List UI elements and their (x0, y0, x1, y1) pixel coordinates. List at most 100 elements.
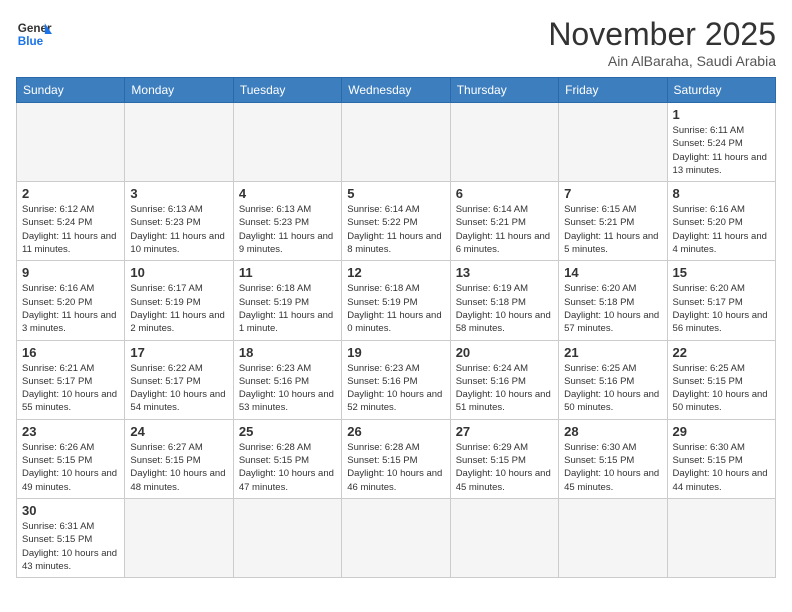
day-info: Sunrise: 6:16 AM Sunset: 5:20 PM Dayligh… (22, 282, 119, 335)
day-info: Sunrise: 6:25 AM Sunset: 5:15 PM Dayligh… (673, 362, 770, 415)
day-number: 23 (22, 424, 119, 439)
calendar-table: Sunday Monday Tuesday Wednesday Thursday… (16, 77, 776, 578)
day-number: 2 (22, 186, 119, 201)
day-number: 4 (239, 186, 336, 201)
day-number: 30 (22, 503, 119, 518)
day-number: 8 (673, 186, 770, 201)
day-info: Sunrise: 6:15 AM Sunset: 5:21 PM Dayligh… (564, 203, 661, 256)
table-row (342, 103, 450, 182)
table-row: 27Sunrise: 6:29 AM Sunset: 5:15 PM Dayli… (450, 419, 558, 498)
table-row (233, 498, 341, 577)
day-info: Sunrise: 6:16 AM Sunset: 5:20 PM Dayligh… (673, 203, 770, 256)
day-number: 15 (673, 265, 770, 280)
logo: General Blue (16, 16, 52, 52)
table-row: 4 Sunrise: 6:13 AM Sunset: 5:23 PM Daylig… (233, 182, 341, 261)
calendar-row: 30Sunrise: 6:31 AM Sunset: 5:15 PM Dayli… (17, 498, 776, 577)
day-info: Sunrise: 6:21 AM Sunset: 5:17 PM Dayligh… (22, 362, 119, 415)
calendar-row: 16 Sunrise: 6:21 AM Sunset: 5:17 PM Dayli… (17, 340, 776, 419)
day-info: Sunrise: 6:25 AM Sunset: 5:16 PM Dayligh… (564, 362, 661, 415)
day-number: 22 (673, 345, 770, 360)
table-row: 11Sunrise: 6:18 AM Sunset: 5:19 PM Dayli… (233, 261, 341, 340)
table-row: 13Sunrise: 6:19 AM Sunset: 5:18 PM Dayli… (450, 261, 558, 340)
table-row: 22 Sunrise: 6:25 AM Sunset: 5:15 PM Dayli… (667, 340, 775, 419)
table-row (342, 498, 450, 577)
table-row: 7 Sunrise: 6:15 AM Sunset: 5:21 PM Daylig… (559, 182, 667, 261)
table-row: 18Sunrise: 6:23 AM Sunset: 5:16 PM Dayli… (233, 340, 341, 419)
day-info: Sunrise: 6:12 AM Sunset: 5:24 PM Dayligh… (22, 203, 119, 256)
header-tuesday: Tuesday (233, 78, 341, 103)
table-row (559, 498, 667, 577)
day-number: 10 (130, 265, 227, 280)
day-info: Sunrise: 6:20 AM Sunset: 5:18 PM Dayligh… (564, 282, 661, 335)
day-number: 24 (130, 424, 227, 439)
table-row: 14 Sunrise: 6:20 AM Sunset: 5:18 PM Dayli… (559, 261, 667, 340)
svg-text:Blue: Blue (18, 35, 44, 48)
table-row (667, 498, 775, 577)
logo-icon: General Blue (16, 16, 52, 52)
table-row: 25 Sunrise: 6:28 AM Sunset: 5:15 PM Dayli… (233, 419, 341, 498)
table-row: 29 Sunrise: 6:30 AM Sunset: 5:15 PM Dayli… (667, 419, 775, 498)
day-number: 20 (456, 345, 553, 360)
calendar-row: 2 Sunrise: 6:12 AM Sunset: 5:24 PM Daylig… (17, 182, 776, 261)
day-number: 5 (347, 186, 444, 201)
table-row (125, 498, 233, 577)
table-row: 12Sunrise: 6:18 AM Sunset: 5:19 PM Dayli… (342, 261, 450, 340)
table-row (559, 103, 667, 182)
table-row: 15 Sunrise: 6:20 AM Sunset: 5:17 PM Dayli… (667, 261, 775, 340)
day-info: Sunrise: 6:20 AM Sunset: 5:17 PM Dayligh… (673, 282, 770, 335)
day-number: 25 (239, 424, 336, 439)
day-number: 16 (22, 345, 119, 360)
month-title: November 2025 (548, 16, 776, 53)
header-friday: Friday (559, 78, 667, 103)
table-row: 10 Sunrise: 6:17 AM Sunset: 5:19 PM Dayli… (125, 261, 233, 340)
day-info: Sunrise: 6:28 AM Sunset: 5:15 PM Dayligh… (239, 441, 336, 494)
table-row: 28 Sunrise: 6:30 AM Sunset: 5:15 PM Dayli… (559, 419, 667, 498)
day-number: 29 (673, 424, 770, 439)
day-info: Sunrise: 6:23 AM Sunset: 5:16 PM Dayligh… (239, 362, 336, 415)
day-info: Sunrise: 6:27 AM Sunset: 5:15 PM Dayligh… (130, 441, 227, 494)
day-info: Sunrise: 6:23 AM Sunset: 5:16 PM Dayligh… (347, 362, 444, 415)
day-number: 17 (130, 345, 227, 360)
day-number: 14 (564, 265, 661, 280)
day-number: 9 (22, 265, 119, 280)
day-number: 6 (456, 186, 553, 201)
table-row (450, 498, 558, 577)
day-info: Sunrise: 6:13 AM Sunset: 5:23 PM Dayligh… (239, 203, 336, 256)
day-number: 3 (130, 186, 227, 201)
table-row (233, 103, 341, 182)
location-subtitle: Ain AlBaraha, Saudi Arabia (548, 53, 776, 69)
calendar-row: 9 Sunrise: 6:16 AM Sunset: 5:20 PM Daylig… (17, 261, 776, 340)
table-row: 5Sunrise: 6:14 AM Sunset: 5:22 PM Daylig… (342, 182, 450, 261)
table-row: 21 Sunrise: 6:25 AM Sunset: 5:16 PM Dayli… (559, 340, 667, 419)
day-info: Sunrise: 6:29 AM Sunset: 5:15 PM Dayligh… (456, 441, 553, 494)
day-info: Sunrise: 6:17 AM Sunset: 5:19 PM Dayligh… (130, 282, 227, 335)
table-row: 19 Sunrise: 6:23 AM Sunset: 5:16 PM Dayli… (342, 340, 450, 419)
day-info: Sunrise: 6:14 AM Sunset: 5:21 PM Dayligh… (456, 203, 553, 256)
day-number: 12 (347, 265, 444, 280)
day-info: Sunrise: 6:26 AM Sunset: 5:15 PM Dayligh… (22, 441, 119, 494)
table-row (125, 103, 233, 182)
day-number: 11 (239, 265, 336, 280)
title-area: November 2025 Ain AlBaraha, Saudi Arabia (548, 16, 776, 69)
table-row: 9 Sunrise: 6:16 AM Sunset: 5:20 PM Daylig… (17, 261, 125, 340)
calendar-row: 1Sunrise: 6:11 AM Sunset: 5:24 PM Daylig… (17, 103, 776, 182)
table-row (17, 103, 125, 182)
header-saturday: Saturday (667, 78, 775, 103)
table-row: 8 Sunrise: 6:16 AM Sunset: 5:20 PM Daylig… (667, 182, 775, 261)
day-number: 19 (347, 345, 444, 360)
day-info: Sunrise: 6:30 AM Sunset: 5:15 PM Dayligh… (673, 441, 770, 494)
table-row: 24 Sunrise: 6:27 AM Sunset: 5:15 PM Dayli… (125, 419, 233, 498)
day-info: Sunrise: 6:30 AM Sunset: 5:15 PM Dayligh… (564, 441, 661, 494)
weekday-header-row: Sunday Monday Tuesday Wednesday Thursday… (17, 78, 776, 103)
table-row: 20Sunrise: 6:24 AM Sunset: 5:16 PM Dayli… (450, 340, 558, 419)
day-info: Sunrise: 6:28 AM Sunset: 5:15 PM Dayligh… (347, 441, 444, 494)
day-number: 7 (564, 186, 661, 201)
day-number: 21 (564, 345, 661, 360)
day-number: 26 (347, 424, 444, 439)
header-monday: Monday (125, 78, 233, 103)
table-row: 2 Sunrise: 6:12 AM Sunset: 5:24 PM Daylig… (17, 182, 125, 261)
day-number: 28 (564, 424, 661, 439)
calendar-row: 23 Sunrise: 6:26 AM Sunset: 5:15 PM Dayli… (17, 419, 776, 498)
header-wednesday: Wednesday (342, 78, 450, 103)
day-number: 1 (673, 107, 770, 122)
